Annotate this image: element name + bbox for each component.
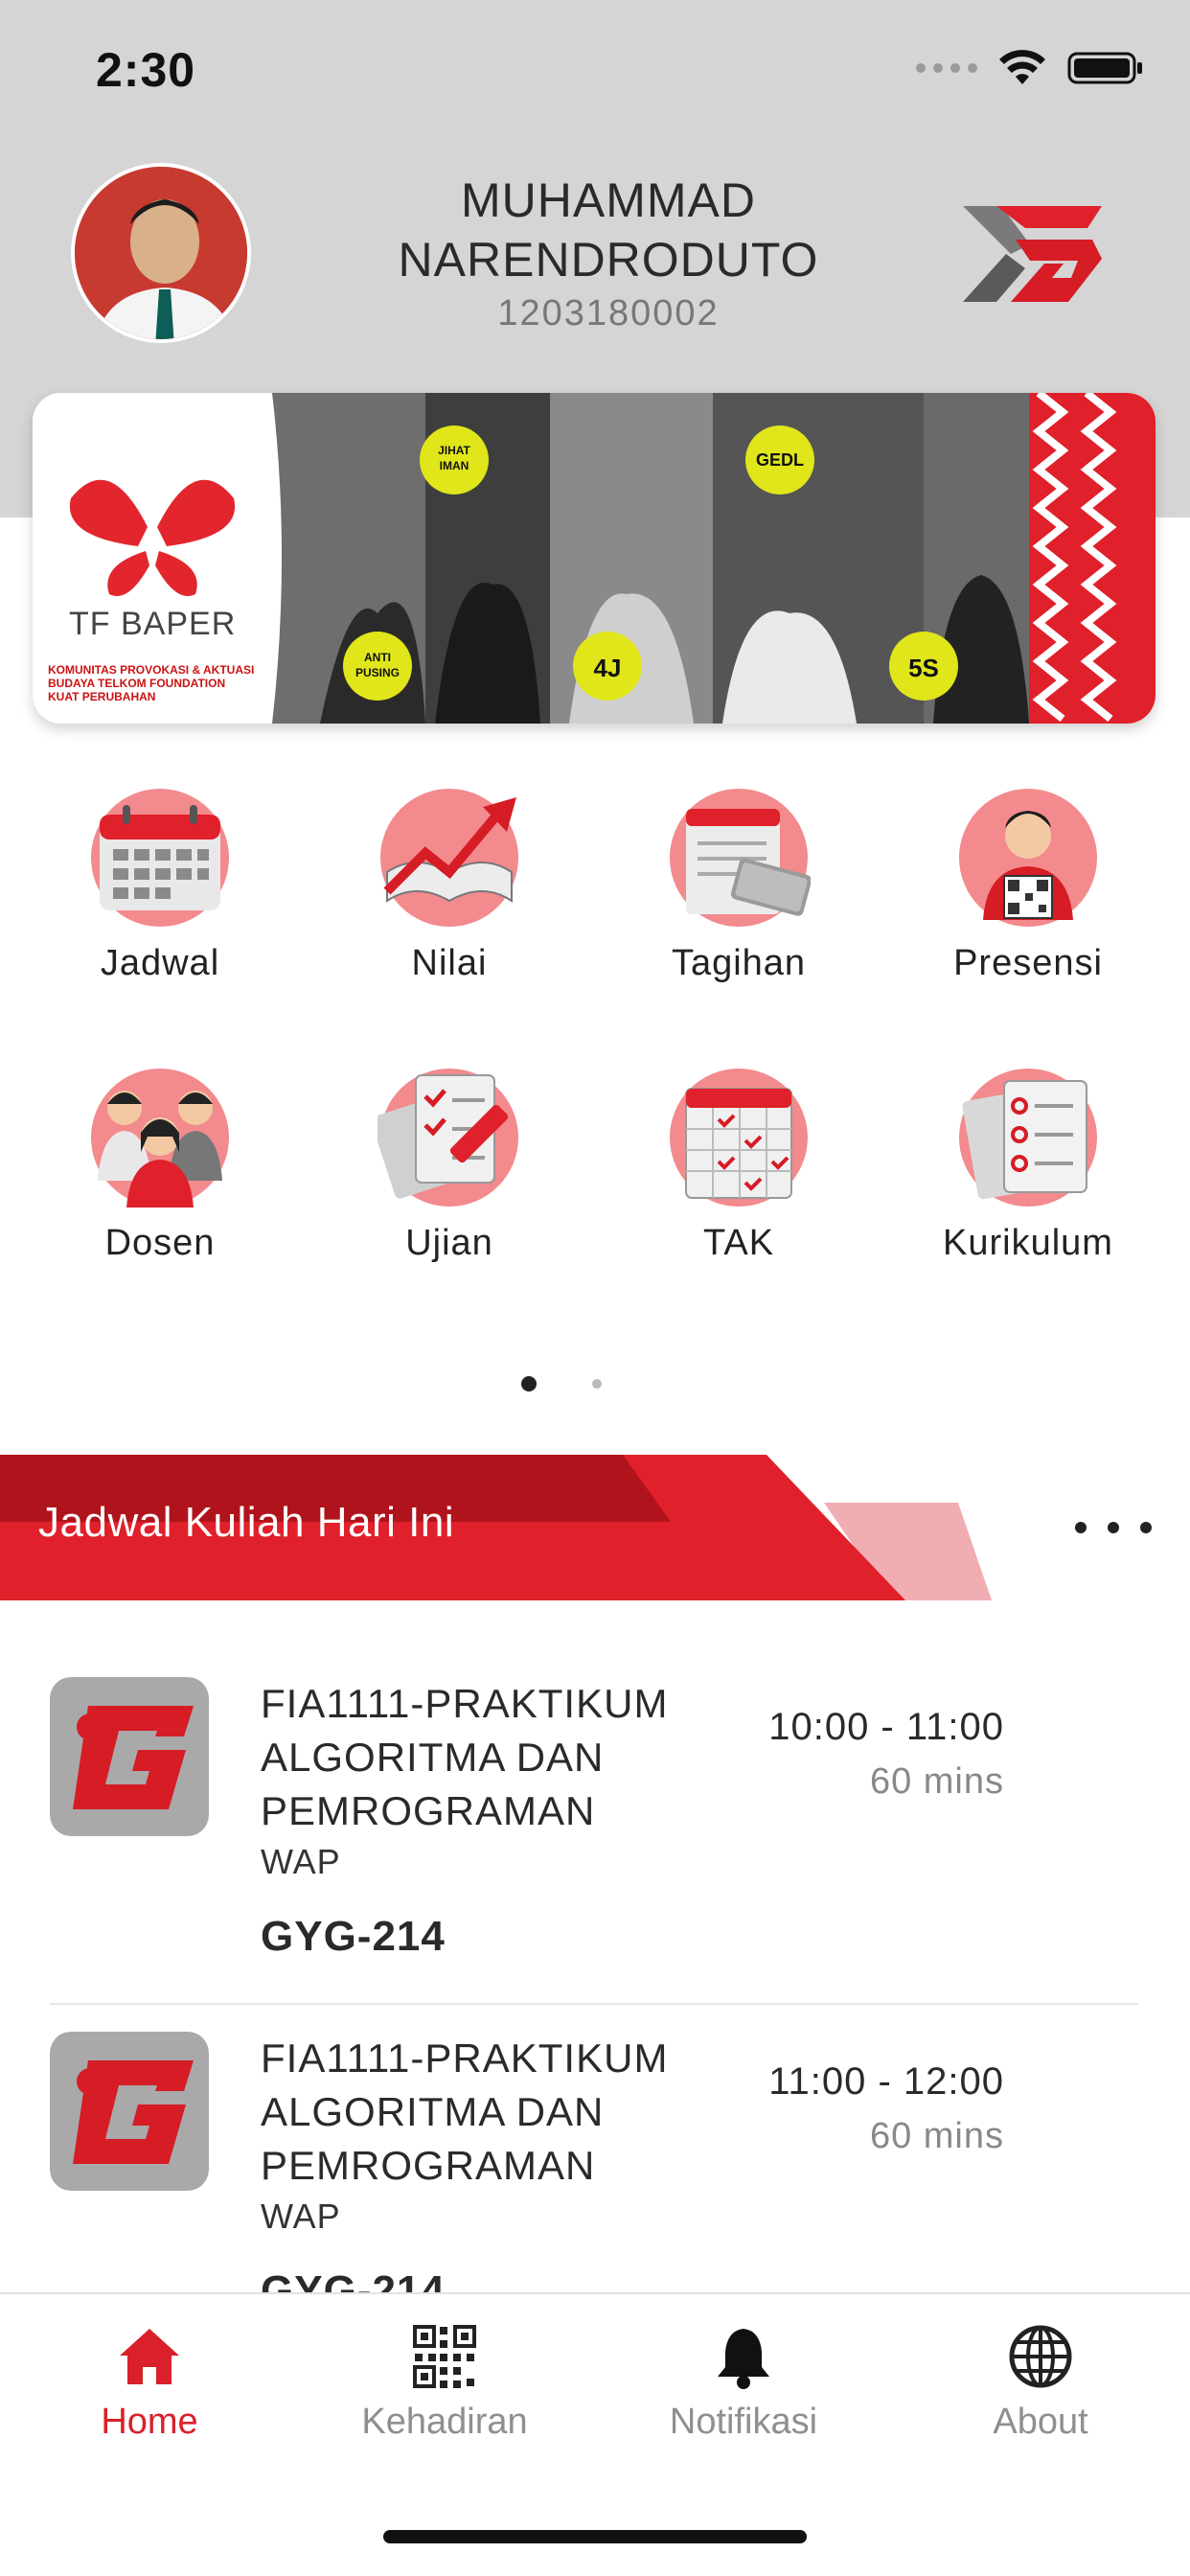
menu-kurikulum[interactable]: Kurikulum bbox=[883, 1066, 1173, 1264]
class-type: WAP bbox=[261, 2196, 341, 2236]
bill-icon bbox=[667, 786, 812, 930]
qr-code-icon bbox=[411, 2323, 478, 2390]
section-title: Jadwal Kuliah Hari Ini bbox=[38, 1499, 455, 1546]
banner-badge: GEDL bbox=[755, 450, 804, 470]
menu-label: Nilai bbox=[411, 943, 488, 983]
avatar[interactable] bbox=[71, 163, 251, 343]
calendar-icon bbox=[88, 786, 232, 930]
tab-home[interactable]: Home bbox=[6, 2323, 293, 2443]
banner-title: TF BAPER bbox=[69, 606, 237, 642]
globe-icon bbox=[1007, 2323, 1074, 2390]
menu-nilai[interactable]: Nilai bbox=[305, 786, 594, 984]
tab-about[interactable]: About bbox=[897, 2323, 1184, 2443]
menu-label: Dosen bbox=[104, 1223, 216, 1263]
class-duration: 60 mins bbox=[869, 1761, 1004, 1802]
page-dot-active bbox=[521, 1376, 537, 1392]
home-indicator[interactable] bbox=[383, 2530, 807, 2543]
menu-tak[interactable]: TAK bbox=[594, 1066, 883, 1264]
curriculum-icon bbox=[956, 1066, 1100, 1209]
section-header: Jadwal Kuliah Hari Ini bbox=[0, 1455, 1190, 1600]
more-options-button[interactable] bbox=[1075, 1508, 1152, 1547]
banner-badge: 4J bbox=[593, 654, 622, 682]
room: GYG-214 bbox=[261, 2267, 446, 2292]
menu-ujian[interactable]: Ujian bbox=[305, 1066, 594, 1264]
banner-badge: ANTI PUSING bbox=[355, 651, 400, 679]
menu-label: TAK bbox=[702, 1223, 775, 1263]
tab-label: Home bbox=[101, 2402, 198, 2442]
page-indicator[interactable] bbox=[0, 1376, 1190, 1395]
class-time: 11:00 - 12:00 bbox=[768, 2060, 1004, 2103]
checklist-icon bbox=[667, 1066, 811, 1209]
status-indicators bbox=[916, 50, 1144, 86]
tab-label: Kehadiran bbox=[361, 2402, 528, 2442]
menu-label: Kurikulum bbox=[943, 1223, 1113, 1263]
schedule-item[interactable]: FIA1111-PRAKTIKUM ALGORITMA DAN PEMROGRA… bbox=[50, 1600, 1138, 1960]
battery-icon bbox=[1067, 52, 1142, 84]
chart-book-icon bbox=[378, 786, 521, 930]
banner-badge: JIHAT IMAN bbox=[438, 444, 470, 472]
menu-label: Jadwal bbox=[100, 943, 220, 983]
banner-tagline: KOMUNITAS PROVOKASI & AKTUASI BUDAYA TEL… bbox=[48, 663, 255, 703]
course-name: FIA1111-PRAKTIKUM ALGORITMA DAN PEMROGRA… bbox=[261, 2036, 669, 2188]
menu-label: Ujian bbox=[405, 1223, 493, 1263]
menu-dosen[interactable]: Dosen bbox=[15, 1066, 305, 1264]
tab-notifikasi[interactable]: Notifikasi bbox=[600, 2323, 887, 2443]
promo-banner[interactable]: TF BAPER KOMUNITAS PROVOKASI & AKTUASI B… bbox=[33, 393, 1156, 724]
room: GYG-214 bbox=[261, 1913, 446, 1960]
menu-label: Tagihan bbox=[671, 943, 807, 983]
tab-kehadiran[interactable]: Kehadiran bbox=[301, 2323, 588, 2443]
page-dot bbox=[592, 1379, 602, 1389]
status-time: 2:30 bbox=[96, 43, 196, 97]
bell-icon bbox=[710, 2323, 777, 2390]
course-name: FIA1111-PRAKTIKUM ALGORITMA DAN PEMROGRA… bbox=[261, 1681, 669, 1833]
brand-logo bbox=[958, 201, 1107, 307]
class-time: 10:00 - 11:00 bbox=[768, 1706, 1004, 1748]
course-logo bbox=[50, 2032, 209, 2191]
class-type: WAP bbox=[261, 1842, 341, 1881]
class-duration: 60 mins bbox=[869, 2116, 1004, 2156]
schedule-list: FIA1111-PRAKTIKUM ALGORITMA DAN PEMROGRA… bbox=[0, 1600, 1190, 2292]
menu-presensi[interactable]: Presensi bbox=[883, 786, 1173, 984]
tab-label: Notifikasi bbox=[669, 2402, 818, 2442]
wifi-icon bbox=[999, 50, 1045, 84]
banner-badge: 5S bbox=[908, 654, 939, 682]
qr-person-icon bbox=[956, 786, 1100, 930]
signal-icon bbox=[916, 63, 977, 73]
lecturers-icon bbox=[88, 1066, 232, 1209]
menu-tagihan[interactable]: Tagihan bbox=[594, 786, 883, 984]
course-logo bbox=[50, 1677, 209, 1836]
home-icon bbox=[116, 2323, 183, 2390]
user-nim: 1203180002 bbox=[497, 293, 720, 334]
status-bar: 2:30 bbox=[0, 0, 1190, 134]
user-name: MUHAMMAD NARENDRODUTO bbox=[398, 173, 819, 287]
menu-jadwal[interactable]: Jadwal bbox=[15, 786, 305, 984]
menu-label: Presensi bbox=[953, 943, 1103, 983]
schedule-item[interactable]: FIA1111-PRAKTIKUM ALGORITMA DAN PEMROGRA… bbox=[50, 1955, 1138, 2292]
exam-icon bbox=[371, 1066, 521, 1209]
tab-label: About bbox=[993, 2402, 1088, 2442]
